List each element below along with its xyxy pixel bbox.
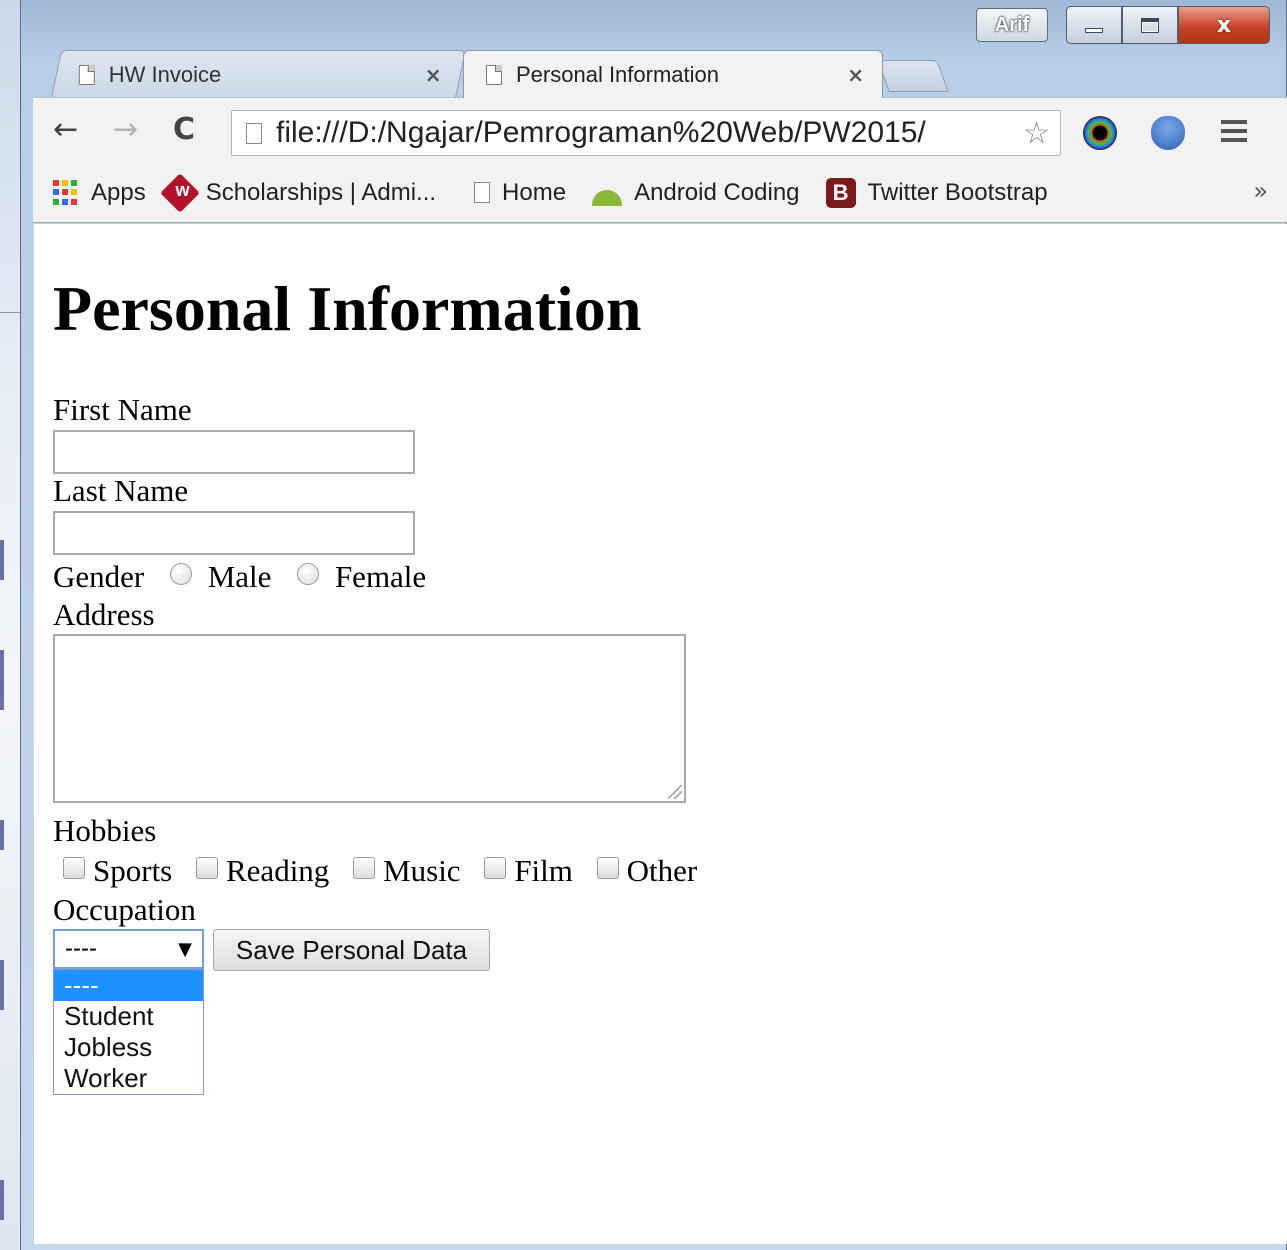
- chevron-down-icon: ▼: [178, 938, 192, 960]
- bookmark-apps[interactable]: Apps: [53, 179, 146, 207]
- bootstrap-icon: B: [825, 177, 856, 208]
- maximize-button[interactable]: [1122, 6, 1178, 44]
- address-bar[interactable]: file:///D:/Ngajar/Pemrograman%20Web/PW20…: [231, 110, 1061, 156]
- close-window-button[interactable]: x: [1178, 6, 1270, 44]
- occupation-option[interactable]: Student: [54, 1001, 203, 1032]
- bookmark-label: Apps: [91, 178, 146, 206]
- browser-toolbar: ← → C file:///D:/Ngajar/Pemrograman%20We…: [33, 97, 1287, 163]
- hobby-label: Reading: [226, 853, 330, 888]
- hobby-label: Film: [514, 853, 573, 888]
- camera-extension-icon[interactable]: [1083, 116, 1117, 150]
- hobby-other[interactable]: Other: [596, 853, 698, 889]
- desktop-fragment: [0, 650, 4, 710]
- last-name-label: Last Name: [53, 473, 189, 508]
- occupation-option[interactable]: Jobless: [54, 1032, 203, 1063]
- tab-close-icon[interactable]: ×: [847, 63, 864, 87]
- profile-button[interactable]: Arif: [976, 8, 1048, 42]
- first-name-label: First Name: [53, 392, 192, 427]
- checkbox[interactable]: [63, 857, 85, 879]
- tab-label: HW Invoice: [108, 61, 222, 87]
- gender-female-radio[interactable]: [297, 563, 320, 585]
- hobby-label: Music: [383, 853, 461, 888]
- maximize-icon: [1141, 17, 1159, 33]
- hobby-label: Sports: [93, 853, 173, 888]
- save-personal-data-button[interactable]: Save Personal Data: [213, 929, 490, 971]
- forward-button[interactable]: →: [113, 112, 138, 148]
- desktop-fragment: [0, 960, 4, 1010]
- checkbox[interactable]: [596, 857, 619, 879]
- checkbox[interactable]: [196, 857, 218, 879]
- bookmark-label: Twitter Bootstrap: [867, 178, 1048, 206]
- occupation-select[interactable]: ---- ▼: [53, 929, 204, 969]
- tab-hw-invoice[interactable]: HW Invoice ×: [50, 50, 467, 98]
- android-icon: [592, 189, 623, 206]
- bookmark-home[interactable]: Home: [474, 179, 566, 207]
- url-text[interactable]: file:///D:/Ngajar/Pemrograman%20Web/PW20…: [276, 116, 1019, 150]
- checkbox[interactable]: [353, 857, 376, 879]
- gender-male-radio[interactable]: [169, 563, 192, 585]
- bookmark-android-coding[interactable]: Android Coding: [592, 178, 800, 207]
- occupation-option[interactable]: Worker: [54, 1063, 203, 1094]
- more-bookmarks-icon[interactable]: »: [1253, 177, 1268, 205]
- browser-window: Arif x HW Invoice × Personal Information…: [20, 0, 1287, 1250]
- address-textarea[interactable]: [53, 634, 686, 803]
- last-name-field[interactable]: [53, 511, 415, 555]
- gender-female-label[interactable]: Female: [335, 559, 426, 594]
- bookmark-label: Home: [502, 178, 567, 206]
- occupation-label: Occupation: [53, 892, 196, 927]
- hobbies-label: Hobbies: [53, 813, 157, 848]
- tab-label: Personal Information: [516, 61, 719, 87]
- reload-button[interactable]: C: [173, 112, 195, 148]
- bookmark-star-icon[interactable]: ☆: [1023, 116, 1050, 151]
- page-icon: [474, 182, 491, 203]
- apps-icon: [53, 179, 79, 206]
- scholarships-icon: [159, 172, 200, 213]
- occupation-option[interactable]: ----: [54, 970, 203, 1001]
- minimize-button[interactable]: [1066, 6, 1122, 44]
- page-icon: [78, 64, 95, 85]
- checkbox[interactable]: [484, 857, 507, 879]
- page-viewport: Personal Information First Name Last Nam…: [33, 224, 1287, 1244]
- desktop-fragment: [0, 1180, 4, 1220]
- bookmark-label: Android Coding: [634, 178, 800, 206]
- first-name-field[interactable]: [53, 430, 415, 474]
- hobby-label: Other: [626, 853, 698, 888]
- bookmark-twitter-bootstrap[interactable]: B Twitter Bootstrap: [825, 177, 1048, 208]
- close-icon: x: [1216, 12, 1232, 38]
- back-button[interactable]: ←: [53, 112, 78, 148]
- download-extension-icon[interactable]: [1151, 116, 1185, 150]
- hobbies-row: Sports Reading Music Film Other: [63, 853, 713, 889]
- page-title: Personal Information: [53, 273, 642, 344]
- bookmarks-bar: Apps Scholarships | Admi... Home Android…: [33, 163, 1287, 223]
- address-label: Address: [53, 597, 155, 632]
- bookmark-scholarships[interactable]: Scholarships | Admi...: [159, 172, 437, 213]
- page-icon: [486, 64, 502, 85]
- hobby-film[interactable]: Film: [484, 853, 573, 889]
- desktop-fragment: [0, 820, 4, 850]
- tab-personal-information[interactable]: Personal Information ×: [463, 50, 883, 98]
- menu-icon[interactable]: [1221, 118, 1247, 144]
- window-controls: x: [1066, 6, 1270, 44]
- gender-label: Gender: [53, 559, 145, 594]
- bookmark-label: Scholarships | Admi...: [205, 178, 437, 206]
- page-icon: [246, 122, 262, 144]
- gender-male-label[interactable]: Male: [208, 559, 272, 594]
- minimize-icon: [1085, 27, 1103, 33]
- resize-grip-icon[interactable]: [668, 785, 682, 799]
- occupation-selected-value: ----: [65, 935, 97, 962]
- desktop-background: [0, 0, 20, 1250]
- hobby-music[interactable]: Music: [353, 853, 461, 889]
- occupation-dropdown-list: ---- Student Jobless Worker: [53, 969, 204, 1095]
- gender-row: Gender Male Female: [53, 559, 426, 595]
- hobby-reading[interactable]: Reading: [196, 853, 329, 889]
- tab-close-icon[interactable]: ×: [425, 63, 442, 87]
- hobby-sports[interactable]: Sports: [63, 853, 172, 889]
- new-tab-button[interactable]: [877, 60, 949, 92]
- desktop-fragment: [0, 540, 4, 580]
